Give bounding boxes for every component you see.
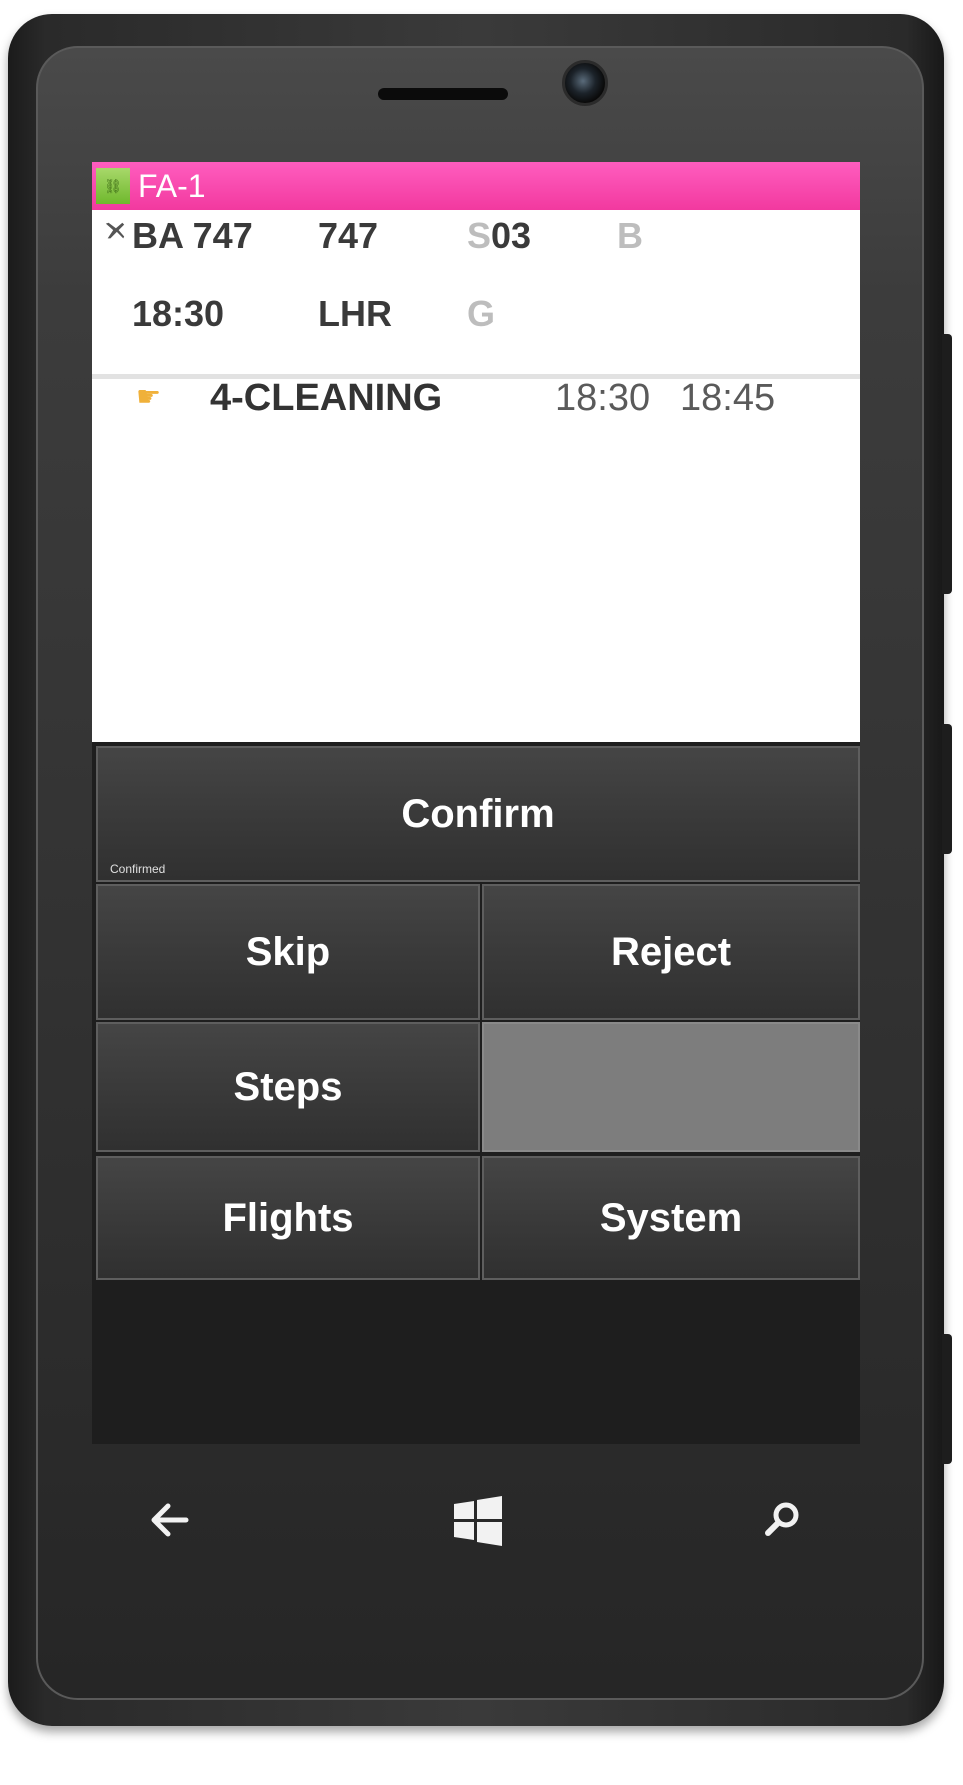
- flight-number: BA 747: [132, 215, 253, 256]
- side-button-camera: [942, 1334, 952, 1464]
- flights-button-label: Flights: [222, 1195, 354, 1240]
- system-button-label: System: [599, 1195, 743, 1240]
- flight-col4: B: [617, 215, 643, 256]
- task-start-time: 18:30: [555, 377, 651, 419]
- flight-time: 18:30: [132, 293, 225, 334]
- side-button-power: [942, 724, 952, 854]
- stand-number: 03: [491, 215, 532, 256]
- earpiece-speaker: [378, 88, 508, 100]
- system-navbar: [92, 1470, 860, 1570]
- confirm-button[interactable]: Confirm Confirmed: [96, 746, 860, 882]
- side-button-volume: [942, 334, 952, 594]
- task-label: 4-CLEANING: [210, 377, 443, 419]
- pointing-hand-icon: ☛: [136, 381, 162, 412]
- plane-icon: [105, 222, 125, 239]
- skip-button-label: Skip: [245, 929, 331, 974]
- airport-code: LHR: [318, 293, 392, 334]
- reject-button[interactable]: Reject: [482, 884, 860, 1020]
- confirm-button-label: Confirm: [401, 791, 555, 836]
- skip-button[interactable]: Skip: [96, 884, 480, 1020]
- reject-button-label: Reject: [610, 929, 732, 974]
- back-arrow-icon[interactable]: [148, 1500, 192, 1547]
- empty-tile: [482, 1022, 860, 1152]
- search-icon[interactable]: [760, 1500, 804, 1547]
- stand-prefix: S: [467, 215, 492, 256]
- system-button[interactable]: System: [482, 1156, 860, 1280]
- steps-button[interactable]: Steps: [96, 1022, 480, 1152]
- front-camera: [562, 60, 608, 106]
- confirm-status-label: Confirmed: [110, 862, 166, 876]
- stand-cell: S03: [467, 216, 531, 256]
- task-row[interactable]: ☛ 4-CLEANING 18:30 18:45: [92, 354, 860, 434]
- flight-col3: G: [467, 293, 496, 334]
- title-bar: ⛓ FA-1: [92, 162, 860, 210]
- link-icon: ⛓: [96, 168, 130, 204]
- action-buttons: Confirm Confirmed Skip Reject Steps Flig…: [92, 742, 860, 1444]
- app-title: FA-1: [138, 168, 206, 204]
- stage: ⛓ FA-1 BA 747 747 S03 B 18:30 LHR G ☛ 4-…: [0, 0, 963, 1785]
- task-end-time: 18:45: [680, 377, 776, 419]
- flights-button[interactable]: Flights: [96, 1156, 480, 1280]
- windows-logo-icon[interactable]: [452, 1496, 504, 1553]
- steps-button-label: Steps: [233, 1064, 343, 1109]
- aircraft-type: 747: [318, 215, 379, 256]
- screen: ⛓ FA-1 BA 747 747 S03 B 18:30 LHR G ☛ 4-…: [92, 162, 860, 1444]
